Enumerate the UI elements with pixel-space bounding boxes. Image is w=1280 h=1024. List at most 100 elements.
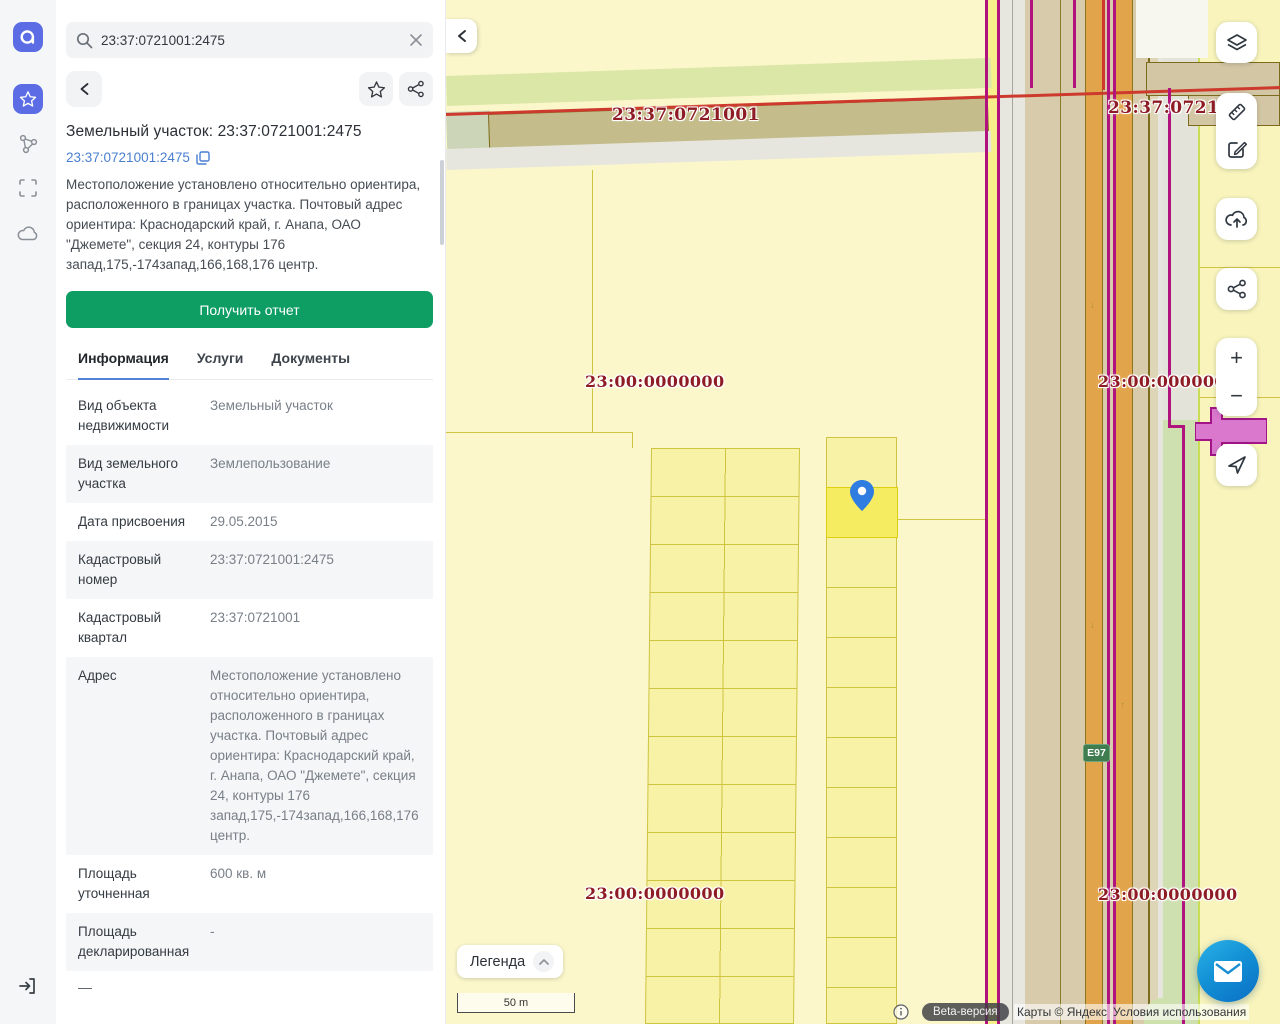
zoom-in-button[interactable]: + <box>1216 339 1257 377</box>
get-report-button[interactable]: Получить отчет <box>66 291 433 328</box>
location-description: Местоположение установлено относительно … <box>66 175 433 275</box>
edit-icon <box>1226 139 1248 161</box>
road-gray-line <box>1012 0 1013 1024</box>
road-arrow: ↓ <box>1090 300 1095 311</box>
road-olive-line <box>1060 0 1061 1024</box>
magenta-boundary-step <box>1182 425 1185 1024</box>
table-row: Вид объекта недвижимостиЗемельный участо… <box>66 387 433 445</box>
table-row: Площадь уточненная600 кв. м <box>66 855 433 913</box>
plus-icon: + <box>1230 339 1243 377</box>
envelope-icon <box>1214 961 1242 982</box>
layers-button[interactable] <box>1216 22 1257 63</box>
location-pin-icon[interactable] <box>850 480 874 512</box>
star-icon <box>19 90 37 108</box>
road-arrow: ↓ <box>1090 620 1095 631</box>
terms-link[interactable]: Условия использования <box>1110 1003 1249 1021</box>
terms-label: Условия использования <box>1110 1004 1249 1020</box>
red-boundary-vertical <box>1102 0 1105 90</box>
tab-services[interactable]: Услуги <box>197 342 244 379</box>
legend-label: Легенда <box>470 954 525 970</box>
search-bar <box>66 22 433 58</box>
table-row: Площадь декларированная- <box>66 913 433 971</box>
road-lane-left <box>1085 0 1103 1024</box>
table-row: Кадастровый номер23:37:0721001:2475 <box>66 541 433 599</box>
back-button[interactable] <box>66 71 102 107</box>
rail-cloud-button[interactable] <box>17 222 39 244</box>
chevron-up-icon <box>533 951 554 972</box>
favorite-button[interactable] <box>359 72 393 106</box>
parcel-line <box>446 432 632 433</box>
share-icon <box>407 80 425 98</box>
road-tan-strip <box>1025 0 1085 1024</box>
sign-in-icon <box>18 976 38 996</box>
zone-label: 23:00:0000000 <box>585 884 724 903</box>
road-sign-e97: E97 <box>1083 744 1110 762</box>
tab-bar: Информация Услуги Документы <box>66 342 433 380</box>
copy-icon[interactable] <box>196 151 210 165</box>
road-tanlight-strip <box>1149 0 1158 1024</box>
chat-button[interactable] <box>1197 940 1259 1002</box>
legend-button[interactable]: Легенда <box>457 945 563 978</box>
measure-tools-group <box>1216 93 1257 169</box>
map-copyright[interactable]: Карты © Яндекс <box>1014 1003 1110 1021</box>
rail-sign-in-button[interactable] <box>17 975 39 997</box>
quarter-label: 23:37:0721001 <box>612 105 760 125</box>
locate-me-button[interactable] <box>1216 444 1257 486</box>
magenta-boundary <box>1107 0 1110 1024</box>
rail-select-area-button[interactable] <box>17 177 39 199</box>
magenta-boundary <box>985 0 988 1024</box>
navigation-arrow-icon <box>1227 455 1247 475</box>
parcel-line <box>632 432 633 448</box>
collapse-panel-button[interactable] <box>446 19 477 53</box>
map-canvas[interactable]: ↓ ↑ ↓ ↑ 23:37:0721001 23:37:0721001 23:0… <box>446 0 1280 1024</box>
share-map-button[interactable] <box>1216 268 1257 310</box>
search-icon <box>76 32 93 49</box>
rail-favorites-button[interactable] <box>13 84 43 114</box>
copyright-label: Карты © Яндекс <box>1014 1004 1110 1020</box>
info-button[interactable] <box>893 1003 909 1021</box>
zoom-out-button[interactable]: − <box>1216 377 1257 415</box>
search-input[interactable] <box>101 33 409 48</box>
upload-button[interactable] <box>1216 198 1257 240</box>
cadastral-number-link[interactable]: 23:37:0721001:2475 <box>66 150 190 165</box>
info-panel: Земельный участок: 23:37:0721001:2475 23… <box>56 0 446 1024</box>
draw-button[interactable] <box>1216 131 1257 169</box>
minus-icon: − <box>1230 377 1243 415</box>
ruler-button[interactable] <box>1216 93 1257 131</box>
scale-label: 50 m <box>504 997 528 1009</box>
table-footer-dash: — <box>66 971 433 1003</box>
share-icon <box>1227 279 1247 299</box>
road-tan-strip-2 <box>1133 0 1148 1024</box>
tab-documents[interactable]: Документы <box>271 342 350 379</box>
zone-label: 23:00:0000000 <box>1098 885 1237 904</box>
chevron-left-icon <box>79 82 90 96</box>
tab-information[interactable]: Информация <box>78 342 169 380</box>
rail-graph-button[interactable] <box>17 133 39 155</box>
polygon-graph-icon <box>17 133 39 155</box>
zone-label: 23:00:0000000 <box>585 372 724 391</box>
road-lane-right <box>1115 0 1133 1024</box>
clear-search-icon[interactable] <box>409 33 423 47</box>
app-rail <box>0 0 56 1024</box>
logo-icon <box>19 28 37 46</box>
chevron-left-icon <box>456 29 468 43</box>
page-title: Земельный участок: 23:37:0721001:2475 <box>66 123 433 141</box>
share-button[interactable] <box>399 72 433 106</box>
panel-scrollbar[interactable] <box>440 160 444 245</box>
parcel-grid-west <box>645 448 800 1024</box>
magenta-boundary <box>1113 0 1116 1024</box>
info-icon <box>893 1004 909 1020</box>
panel-header <box>66 71 433 107</box>
beta-badge: Beta-версия <box>922 1003 1009 1021</box>
attributes-table: Вид объекта недвижимостиЗемельный участо… <box>66 387 433 1003</box>
table-row: АдресМестоположение установлено относите… <box>66 657 433 855</box>
magenta-boundary <box>1073 0 1076 88</box>
parcel-line <box>897 519 985 520</box>
road-olive-line-2 <box>1148 0 1150 1024</box>
app-logo[interactable] <box>13 22 43 52</box>
table-row: Вид земельного участкаЗемлепользование <box>66 445 433 503</box>
table-row: Кадастровый квартал23:37:0721001 <box>66 599 433 657</box>
cloud-icon <box>17 225 39 241</box>
cloud-upload-icon <box>1225 209 1249 229</box>
cadastral-number-row: 23:37:0721001:2475 <box>66 150 433 165</box>
